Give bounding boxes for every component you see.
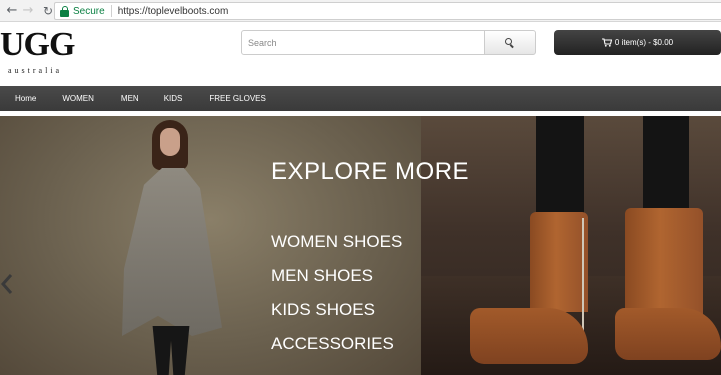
browser-toolbar: ← → ↻ Secure https://toplevelboots.com	[0, 0, 721, 22]
banner-link-men-shoes[interactable]: MEN SHOES	[271, 266, 373, 286]
url-text[interactable]: https://toplevelboots.com	[118, 6, 229, 17]
hero-banner[interactable]: EXPLORE MORE WOMEN SHOES MEN SHOES KIDS …	[0, 116, 721, 375]
nav-men[interactable]: MEN	[114, 94, 157, 103]
logo-text: UGG	[0, 26, 75, 63]
search-icon	[505, 37, 515, 48]
nav-kids[interactable]: KIDS	[157, 94, 203, 103]
boot-image	[599, 116, 721, 374]
site-header: UGG australia 0 item(s) - $0.00	[0, 22, 721, 86]
boot-image	[470, 116, 610, 375]
banner-heading: EXPLORE MORE	[271, 158, 470, 185]
forward-arrow-icon[interactable]: →	[20, 3, 36, 19]
cart-button[interactable]: 0 item(s) - $0.00	[554, 30, 721, 55]
lock-icon	[60, 5, 69, 17]
logo-subtitle: australia	[8, 66, 63, 75]
model-figure	[118, 116, 228, 375]
banner-link-accessories[interactable]: ACCESSORIES	[271, 334, 394, 354]
address-bar[interactable]: Secure https://toplevelboots.com	[54, 2, 721, 20]
banner-link-kids-shoes[interactable]: KIDS SHOES	[271, 300, 375, 320]
boots-photo	[421, 116, 721, 375]
banner-link-women-shoes[interactable]: WOMEN SHOES	[271, 232, 402, 252]
address-separator	[110, 5, 112, 17]
ugg-logo[interactable]: UGG australia	[0, 26, 85, 80]
cart-label: 0 item(s) - $0.00	[614, 38, 674, 47]
nav-free-gloves[interactable]: FREE GLOVES	[202, 94, 272, 103]
nav-women[interactable]: WOMEN	[55, 94, 114, 103]
secure-label: Secure	[73, 5, 105, 17]
carousel-prev-icon[interactable]	[0, 273, 14, 295]
main-nav: Home WOMEN MEN KIDS FREE GLOVES	[0, 86, 721, 111]
search-input[interactable]	[241, 30, 485, 55]
nav-home[interactable]: Home	[0, 94, 55, 103]
search-button[interactable]	[484, 30, 536, 55]
cart-icon	[601, 38, 612, 47]
back-arrow-icon[interactable]: ←	[4, 3, 20, 19]
